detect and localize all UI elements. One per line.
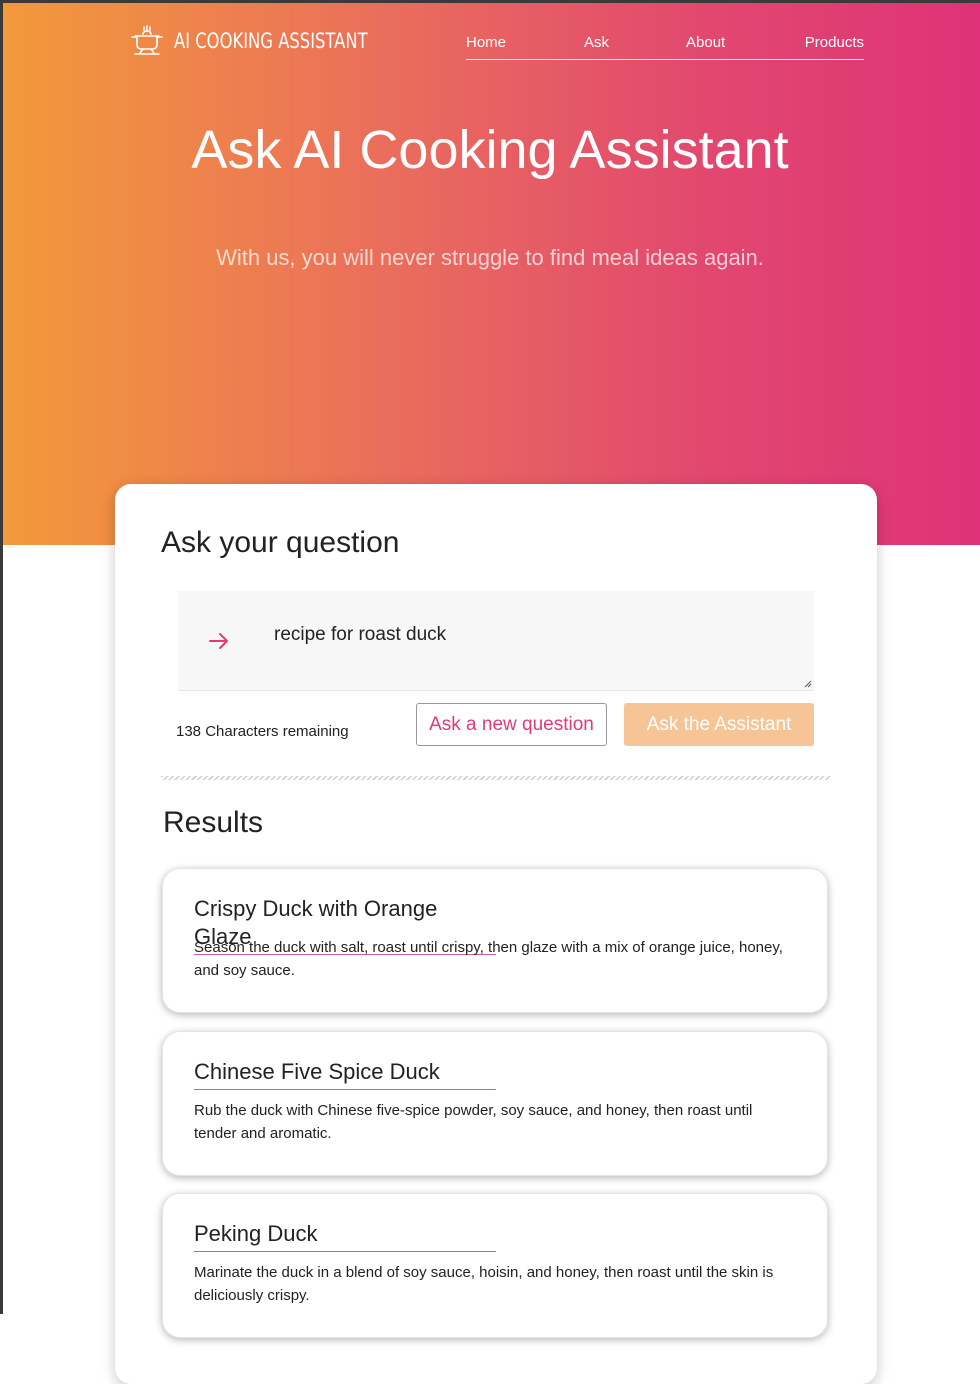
characters-remaining: 138 Characters remaining: [176, 723, 349, 740]
result-card: Crispy Duck with Orange Glaze Season the…: [162, 868, 828, 1013]
main-nav: Home Ask About Products: [466, 33, 864, 60]
ask-assistant-button[interactable]: Ask the Assistant: [624, 703, 814, 746]
result-description: Rub the duck with Chinese five-spice pow…: [194, 1102, 753, 1142]
nav-ask[interactable]: Ask: [584, 33, 609, 53]
section-divider: [161, 776, 831, 780]
brand-logo[interactable]: AI COOKING ASSISTANT: [130, 24, 422, 58]
question-input[interactable]: [274, 621, 794, 649]
arrow-right-icon: [209, 633, 228, 649]
ask-new-question-button[interactable]: Ask a new question: [416, 703, 607, 746]
cooking-pot-icon: [131, 25, 163, 55]
nav-products[interactable]: Products: [805, 33, 864, 53]
result-card: Chinese Five Spice Duck Rub the duck wit…: [162, 1031, 828, 1176]
brand-name: AI COOKING ASSISTANT: [174, 29, 368, 53]
question-textarea[interactable]: [178, 591, 814, 691]
nav-about[interactable]: About: [686, 33, 725, 53]
ask-card: Ask your question 138 Characters remaini…: [115, 484, 877, 1384]
resize-handle-icon[interactable]: [804, 680, 812, 688]
hero-subtitle: With us, you will never struggle to find…: [216, 245, 764, 270]
result-description: Season the duck with salt, roast until c…: [194, 939, 783, 979]
hero-title: Ask AI Cooking Assistant: [191, 120, 789, 180]
hero-banner: AI COOKING ASSISTANT Home Ask About Prod…: [0, 0, 980, 545]
result-card: Peking Duck Marinate the duck in a blend…: [162, 1193, 828, 1338]
result-title: Chinese Five Spice Duck: [194, 1058, 496, 1090]
nav-home[interactable]: Home: [466, 33, 506, 53]
results-title: Results: [163, 806, 264, 839]
ask-section-title: Ask your question: [161, 526, 400, 559]
result-description: Marinate the duck in a blend of soy sauc…: [194, 1264, 774, 1304]
result-title: Peking Duck: [194, 1220, 496, 1252]
